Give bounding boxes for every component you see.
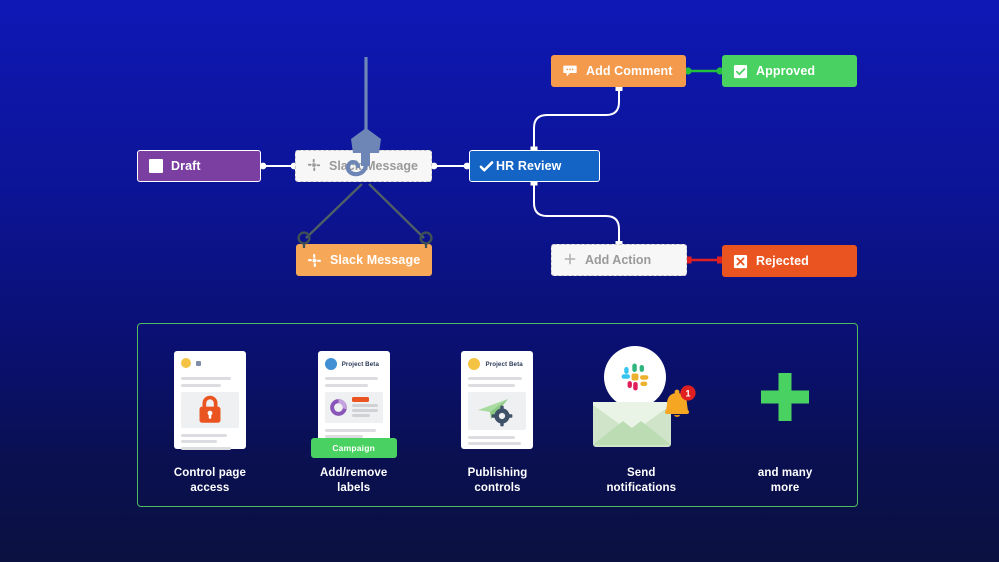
feature-caption: Control page access [173, 467, 246, 495]
white-square-icon [149, 159, 163, 173]
paper-plane-gear-icon [478, 398, 513, 426]
document-card: Project Beta [310, 351, 397, 458]
feature-send-notifications[interactable]: 1 Send notifications [577, 345, 705, 497]
plus-icon [563, 252, 577, 269]
feature-caption: and many more [757, 467, 813, 495]
notification-badge-count: 1 [686, 389, 691, 399]
node-label: Draft [171, 159, 201, 173]
comment-icon [562, 63, 578, 79]
node-slack-message-placeholder[interactable]: Slack Message [295, 150, 432, 182]
node-label: Add Action [585, 253, 652, 267]
checkbox-checked-icon [733, 64, 748, 79]
document-title: Project Beta [341, 360, 379, 368]
node-slack-message[interactable]: Slack Message [296, 244, 432, 276]
node-add-action-placeholder[interactable]: Add Action [551, 244, 687, 276]
node-hr-review[interactable]: HR Review [469, 150, 600, 182]
node-rejected[interactable]: Rejected [722, 245, 857, 277]
feature-control-page-access[interactable]: Control page access [146, 345, 274, 497]
slack-icon [307, 253, 322, 268]
campaign-label-badge[interactable]: Campaign [310, 438, 397, 458]
document-card [173, 351, 246, 450]
slack-icon [307, 158, 321, 175]
features-panel: Control page access Project Beta Campaig… [137, 323, 858, 507]
document-with-label-illustration: Project Beta Campaign [290, 345, 418, 458]
badge-text: Campaign [332, 443, 376, 453]
notifications-illustration: 1 [577, 345, 705, 449]
feature-add-remove-labels[interactable]: Project Beta Campaign Add/remove labels [290, 345, 418, 497]
feature-publishing-controls[interactable]: Project Beta Publishing controls [433, 345, 561, 497]
feature-caption: Add/remove labels [319, 467, 388, 495]
status-dot-icon [180, 358, 191, 368]
node-label: Slack Message [330, 253, 421, 267]
locked-document-illustration [146, 345, 274, 450]
plus-illustration [721, 345, 849, 449]
document-with-gear-illustration: Project Beta [433, 345, 561, 449]
avatar [468, 358, 481, 370]
donut-chart-icon [329, 398, 347, 416]
feature-caption: Send notifications [606, 467, 677, 495]
node-approved[interactable]: Approved [722, 55, 857, 87]
node-label: Slack Message [329, 159, 418, 173]
check-icon [479, 159, 494, 174]
bar-marker [351, 397, 369, 403]
node-label: Add Comment [586, 64, 673, 78]
node-label: Rejected [756, 254, 809, 268]
feature-caption: Publishing controls [467, 467, 528, 495]
document-card: Project Beta [461, 351, 534, 449]
node-label: Approved [756, 64, 816, 78]
avatar [324, 358, 337, 370]
node-label: HR Review [496, 159, 562, 173]
small-square-icon [195, 360, 201, 366]
lock-icon [199, 395, 221, 423]
node-draft[interactable]: Draft [137, 150, 261, 182]
document-title: Project Beta [485, 360, 523, 368]
feature-and-many-more[interactable]: and many more [721, 345, 849, 497]
plus-icon [761, 373, 810, 421]
x-box-icon [733, 254, 748, 269]
node-add-comment[interactable]: Add Comment [551, 55, 686, 87]
